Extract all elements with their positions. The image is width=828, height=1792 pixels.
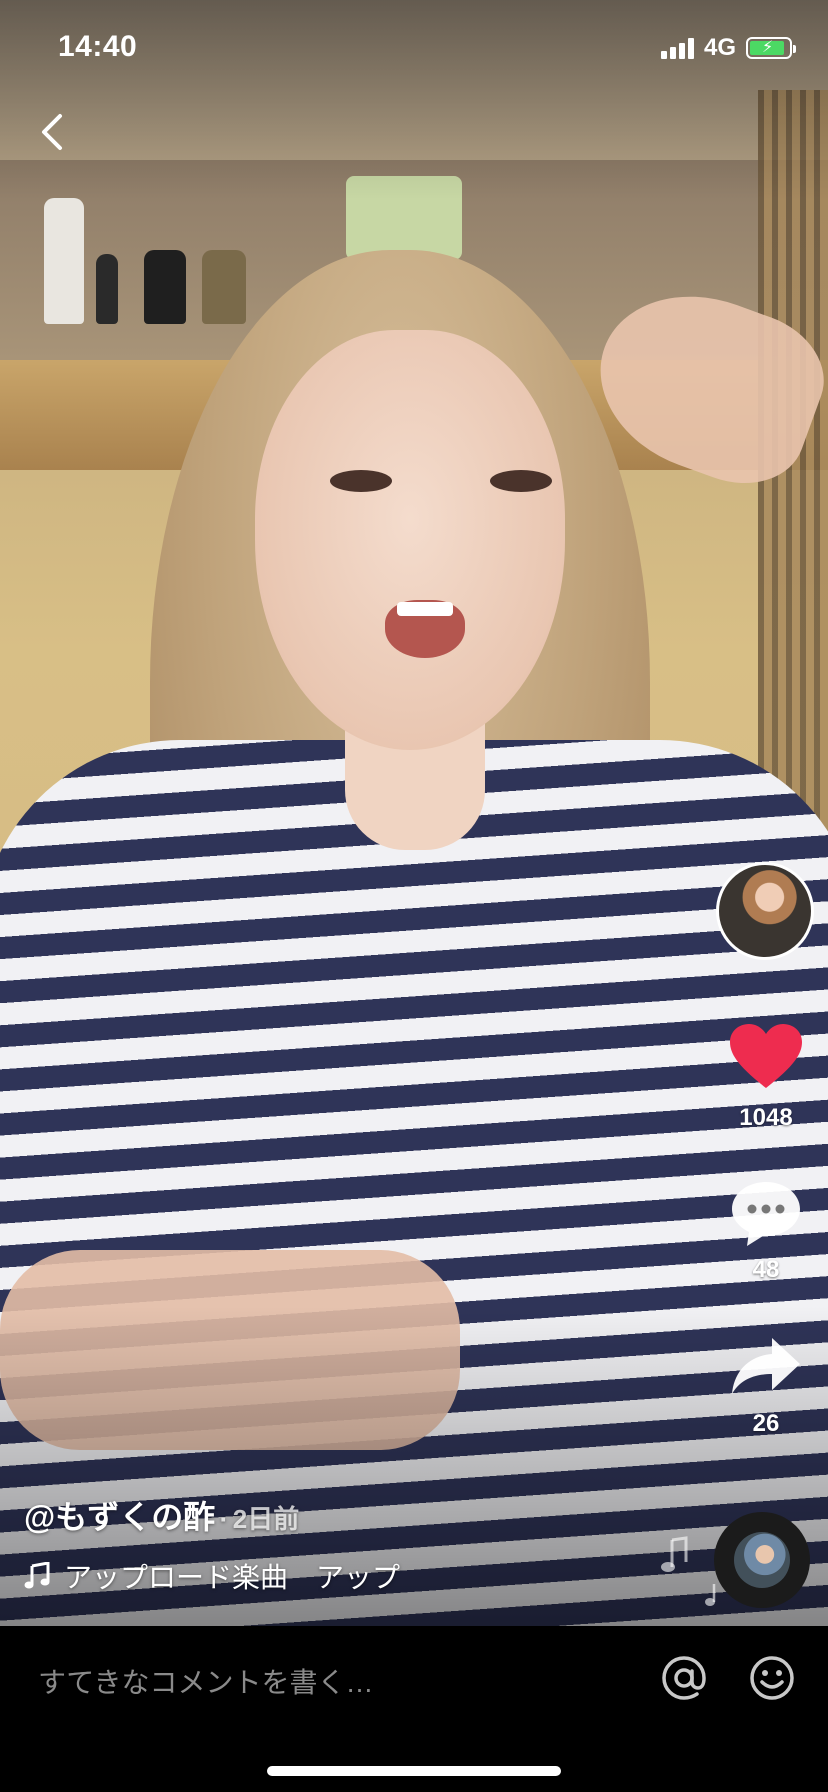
status-indicators: 4G ⚡ (660, 34, 796, 62)
share-count: 26 (752, 1410, 780, 1437)
comment-button[interactable] (730, 1178, 802, 1250)
music-ticker[interactable]: アップロード楽曲 アップ (24, 1556, 424, 1596)
back-button[interactable] (26, 104, 82, 160)
posted-time: 2日前 (232, 1504, 300, 1534)
like-count: 1048 (739, 1104, 793, 1131)
status-time: 14:40 (58, 30, 138, 63)
author-username[interactable]: @もずくの酢 (24, 1499, 215, 1535)
music-note-icon (24, 1562, 50, 1589)
share-button[interactable] (730, 1336, 802, 1398)
smiley-icon (750, 1656, 794, 1700)
comment-bubble-icon (732, 1182, 800, 1246)
video-bottle (96, 254, 118, 324)
mention-button[interactable] (660, 1654, 708, 1702)
comment-bar (0, 1626, 828, 1792)
battery-icon: ⚡ (746, 37, 796, 59)
music-title-wrap: アップロード楽曲 アップ (64, 1556, 424, 1596)
video-bottle (44, 198, 84, 324)
at-icon (662, 1656, 706, 1700)
like-button[interactable] (728, 1022, 804, 1092)
video-person-face (255, 330, 565, 750)
music-disc-cover (734, 1532, 790, 1588)
home-indicator[interactable] (267, 1766, 561, 1776)
share-arrow-icon (732, 1338, 800, 1394)
signal-icon (660, 37, 694, 59)
video-player[interactable] (0, 0, 828, 1626)
video-caption: @もずくの酢 · 2日前 (24, 1492, 299, 1538)
heart-icon (730, 1024, 802, 1088)
comment-count: 48 (752, 1256, 780, 1283)
music-title: アップロード楽曲 アップ (64, 1562, 401, 1593)
author-avatar[interactable] (716, 862, 814, 960)
caption-separator: · (219, 1504, 229, 1534)
floating-music-note-icon (661, 1536, 688, 1572)
video-bottle (144, 250, 186, 324)
video-person-eye (490, 470, 552, 492)
comment-input[interactable] (36, 1656, 600, 1710)
video-person-mouth (385, 600, 465, 658)
chevron-left-icon (42, 114, 62, 150)
video-screen: 14:40 4G ⚡ 1048 48 26 @もずくの酢 · 2日前 アップロー… (0, 0, 828, 1792)
emoji-button[interactable] (748, 1654, 796, 1702)
video-bottle (202, 250, 246, 324)
network-label: 4G (703, 34, 736, 61)
video-person-eye (330, 470, 392, 492)
music-disc[interactable] (714, 1512, 810, 1608)
